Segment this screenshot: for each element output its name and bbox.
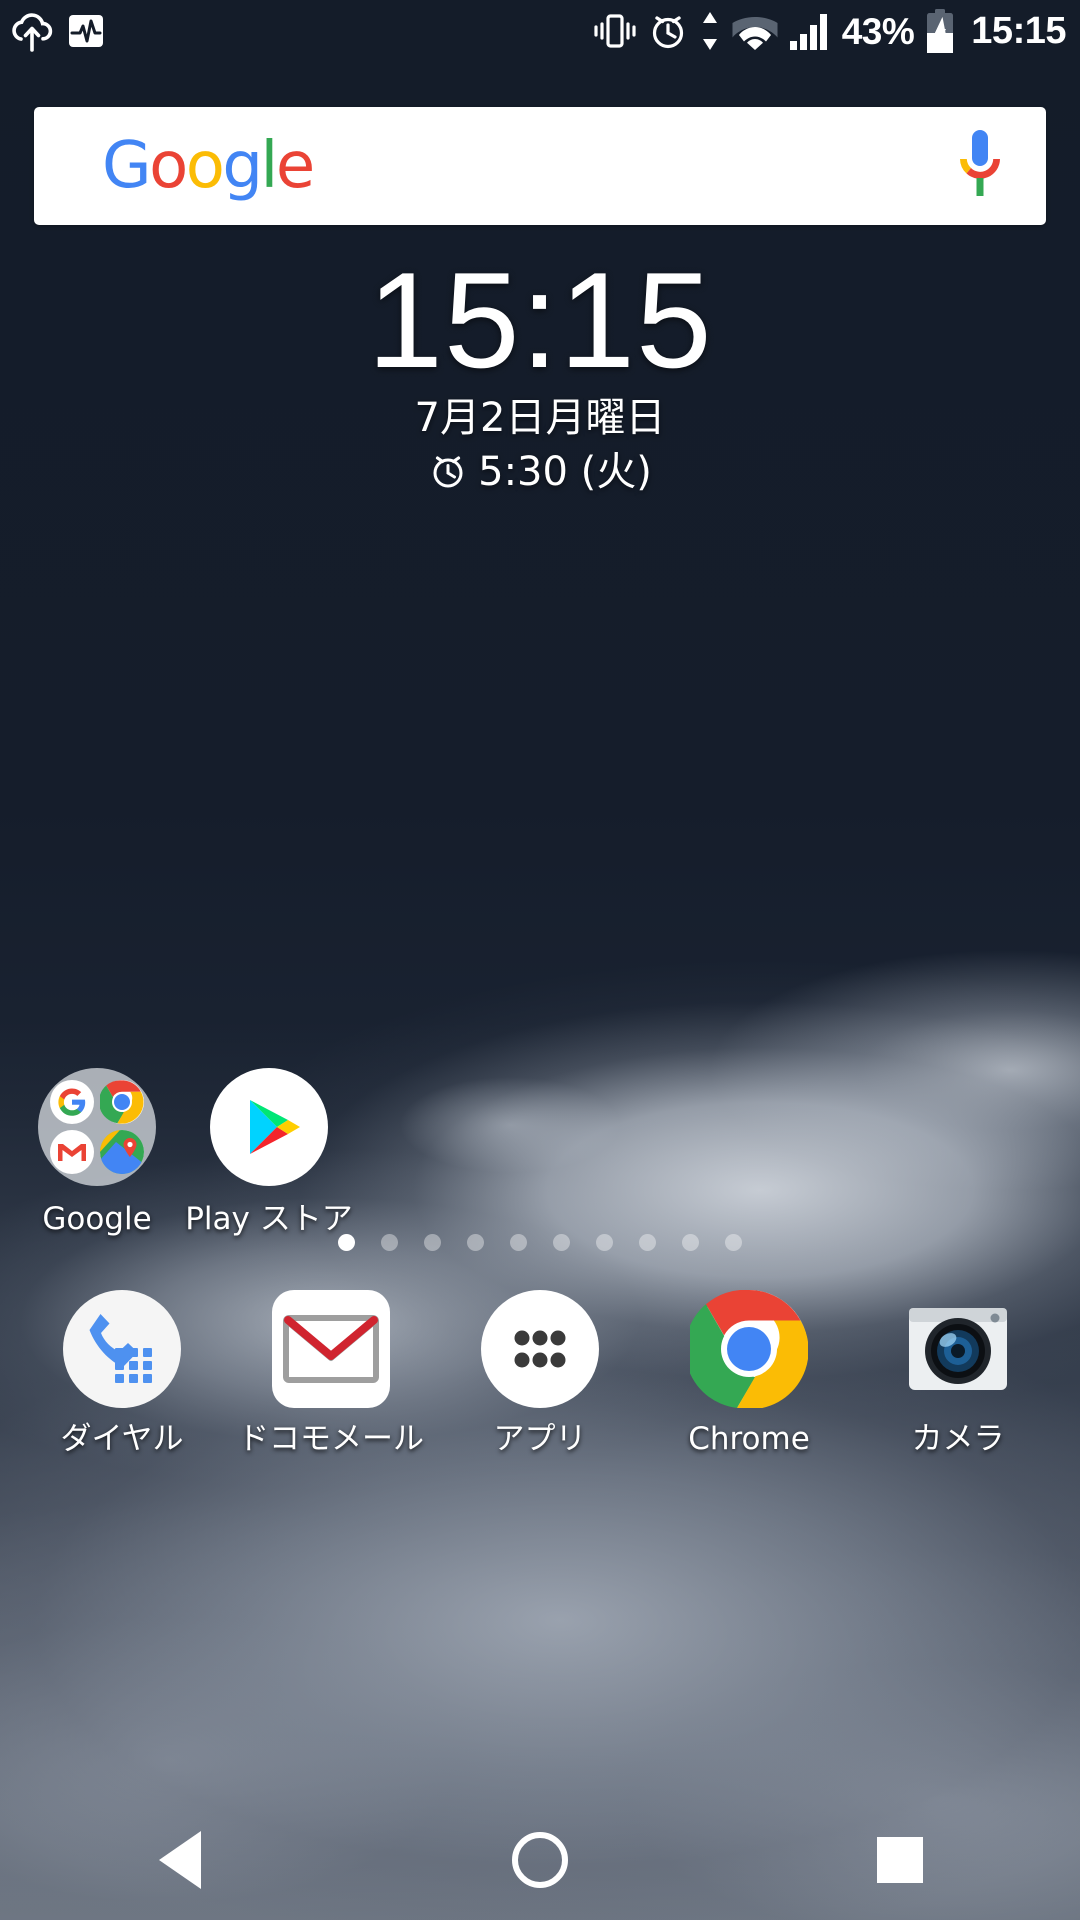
android-home-screen: 43% 15:15 Google 15:15 7月2日月曜日 5:30 (火) … bbox=[0, 0, 1080, 1920]
dock-item-dialer[interactable]: ダイヤル bbox=[24, 1290, 220, 1458]
cloud-upload-icon bbox=[10, 10, 54, 52]
recents-button[interactable] bbox=[800, 1800, 1000, 1920]
page-dot-2[interactable] bbox=[424, 1234, 441, 1251]
google-logo: Google bbox=[102, 134, 315, 198]
dock: ダイヤル ドコモメール アプリ Chrome カメラ bbox=[0, 1289, 1080, 1458]
back-triangle-icon bbox=[159, 1831, 201, 1889]
page-indicator[interactable] bbox=[0, 1234, 1080, 1251]
dock-item-chrome[interactable]: Chrome bbox=[651, 1289, 847, 1458]
dock-item-app-drawer[interactable]: アプリ bbox=[442, 1290, 638, 1458]
docomo-mail-icon[interactable] bbox=[272, 1290, 390, 1408]
google-mic-icon[interactable] bbox=[950, 126, 1010, 207]
google-search-widget[interactable]: Google bbox=[34, 107, 1046, 225]
home-app-label: Play ストア bbox=[185, 1201, 353, 1237]
battery-charging-icon bbox=[925, 9, 955, 53]
cellular-signal-icon bbox=[789, 11, 831, 51]
play-store-icon[interactable] bbox=[210, 1068, 328, 1186]
page-dot-4[interactable] bbox=[510, 1234, 527, 1251]
dock-item-label: Chrome bbox=[688, 1421, 810, 1457]
google-g-icon bbox=[50, 1080, 94, 1124]
google-logo-letter-o2: o bbox=[185, 129, 225, 203]
data-transfer-icon bbox=[699, 10, 721, 52]
chrome-icon bbox=[98, 1080, 144, 1124]
back-button[interactable] bbox=[80, 1800, 280, 1920]
status-bar-clock: 15:15 bbox=[971, 10, 1066, 52]
chrome-icon[interactable] bbox=[684, 1289, 809, 1410]
clock-date: 7月2日月曜日 bbox=[414, 395, 666, 441]
wifi-icon bbox=[732, 12, 778, 50]
status-bar-left-group bbox=[10, 10, 106, 52]
home-app-label: Google bbox=[42, 1201, 152, 1237]
vibrate-icon bbox=[593, 11, 637, 51]
home-app-google-folder[interactable]: Google bbox=[11, 1068, 183, 1238]
clock-alarm-row[interactable]: 5:30 (火) bbox=[0, 450, 1080, 495]
clock-time: 15:15 bbox=[367, 244, 713, 396]
google-logo-letter-G: G bbox=[102, 129, 152, 203]
page-dot-6[interactable] bbox=[596, 1234, 613, 1251]
alarm-icon bbox=[648, 11, 688, 51]
status-bar-right-group: 43% 15:15 bbox=[593, 9, 1066, 53]
dock-item-docomo-mail[interactable]: ドコモメール bbox=[233, 1290, 429, 1458]
status-bar[interactable]: 43% 15:15 bbox=[0, 0, 1080, 62]
camera-icon[interactable] bbox=[899, 1290, 1017, 1408]
dock-item-camera[interactable]: カメラ bbox=[860, 1290, 1056, 1458]
app-drawer-icon[interactable] bbox=[481, 1290, 599, 1408]
gmail-icon bbox=[50, 1130, 94, 1174]
maps-icon bbox=[100, 1130, 144, 1174]
page-dot-8[interactable] bbox=[682, 1234, 699, 1251]
google-logo-letter-g: g bbox=[222, 129, 263, 203]
alarm-clock-icon bbox=[428, 450, 468, 495]
page-dot-9[interactable] bbox=[725, 1234, 742, 1251]
page-dot-1[interactable] bbox=[381, 1234, 398, 1251]
dock-item-label: ダイヤル bbox=[60, 1421, 184, 1457]
home-circle-icon bbox=[512, 1832, 568, 1888]
google-logo-letter-o1: o bbox=[149, 129, 188, 203]
recents-square-icon bbox=[877, 1837, 923, 1883]
clock-widget[interactable]: 15:15 7月2日月曜日 5:30 (火) bbox=[0, 252, 1080, 495]
google-logo-letter-l: l bbox=[260, 129, 279, 203]
navigation-bar[interactable] bbox=[0, 1800, 1080, 1920]
page-dot-7[interactable] bbox=[639, 1234, 656, 1251]
home-app-row: Google Play ストア bbox=[0, 1068, 1080, 1238]
google-logo-letter-e: e bbox=[275, 129, 315, 203]
clock-alarm-time: 5:30 (火) bbox=[478, 449, 652, 496]
dock-item-label: アプリ bbox=[493, 1421, 587, 1457]
google-folder-icon[interactable] bbox=[38, 1068, 156, 1186]
battery-percent-label: 43% bbox=[841, 10, 915, 52]
page-dot-0[interactable] bbox=[338, 1234, 355, 1251]
page-dot-5[interactable] bbox=[553, 1234, 570, 1251]
dock-item-label: ドコモメール bbox=[238, 1421, 424, 1457]
home-button[interactable] bbox=[440, 1800, 640, 1920]
home-app-play-store[interactable]: Play ストア bbox=[183, 1068, 355, 1238]
dock-item-label: カメラ bbox=[911, 1421, 1005, 1457]
page-dot-3[interactable] bbox=[467, 1234, 484, 1251]
dialer-icon[interactable] bbox=[63, 1290, 181, 1408]
activity-pulse-icon bbox=[66, 11, 106, 51]
